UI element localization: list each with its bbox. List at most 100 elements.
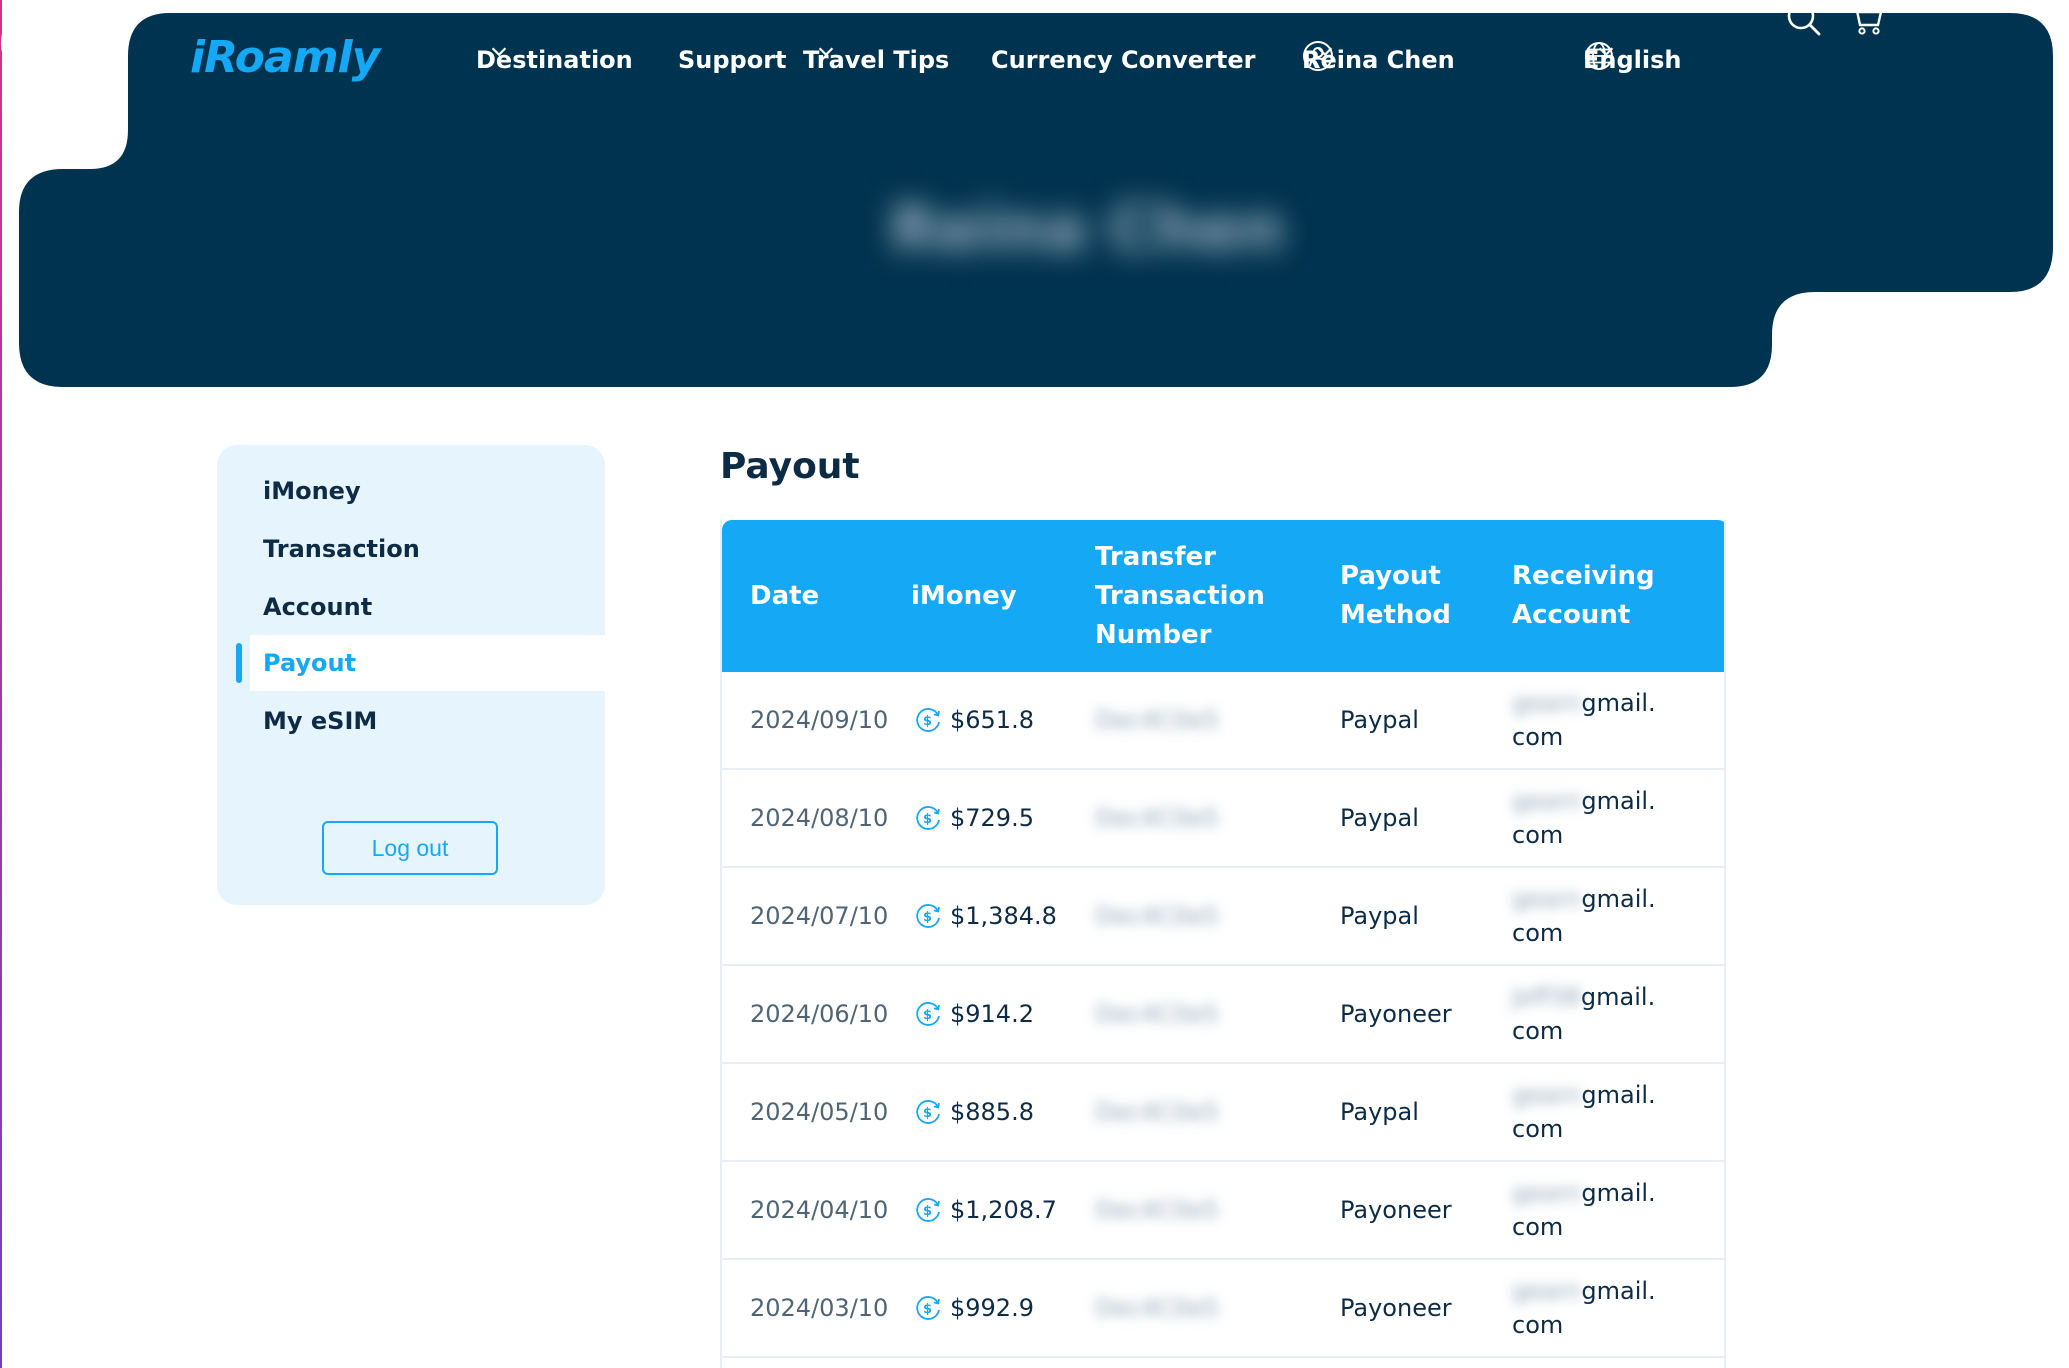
profile-name: Reina Chen	[890, 192, 1285, 265]
svg-text:$: $	[923, 1106, 932, 1121]
cell-transfer-number: Dec4C0e5	[1095, 770, 1219, 866]
nav-support[interactable]: Support	[678, 40, 787, 80]
sidebar-item-transaction[interactable]: Transaction	[217, 521, 605, 577]
coin-dollar-icon: $	[916, 708, 940, 732]
cell-date: 2024/05/10	[750, 1098, 889, 1126]
imoney-amount: $992.9	[950, 1294, 1034, 1322]
column-header-date: Date	[750, 580, 820, 611]
header-banner: iRoamly Destination Support Travel Tips …	[0, 0, 2069, 390]
email-tld: com	[1512, 1017, 1564, 1045]
cell-receiving-account: gearngmail. com	[1512, 1260, 1656, 1356]
cell-imoney: $ $885.8	[914, 1064, 1034, 1160]
email-domain: gmail.	[1581, 1179, 1656, 1207]
chevron-down-icon	[491, 47, 507, 57]
cell-receiving-account: Jeff38gmail. com	[1512, 966, 1655, 1062]
nav-currency-converter[interactable]: Currency Converter	[991, 40, 1256, 80]
cell-payout-method: Paypal	[1340, 1098, 1419, 1126]
brand-logo[interactable]: iRoamly	[190, 32, 380, 83]
email-user-blurred: gearn	[1512, 689, 1582, 717]
svg-text:$: $	[923, 714, 932, 729]
transfer-number-blurred: Dec4C0e5	[1095, 706, 1219, 734]
cell-receiving-account: gearngmail. com	[1512, 868, 1656, 964]
table-row: 2024/05/10 $ $885.8 Dec4C0e5 Paypal gearngmai…	[722, 1064, 1724, 1162]
cell-transfer-number: Dec4C0e5	[1095, 672, 1219, 768]
cell-date: 2024/06/10	[750, 1000, 889, 1028]
cell-receiving-account: gearngmail. com	[1512, 770, 1656, 866]
imoney-amount: $914.2	[950, 1000, 1034, 1028]
payout-table: Date iMoney Transfer Transaction Number …	[720, 520, 1726, 1368]
sidebar-item-label: Payout	[263, 649, 357, 677]
chevron-down-icon	[1598, 47, 1614, 57]
cell-receiving-account: gearngmail. com	[1512, 672, 1656, 768]
sidebar-item-label: iMoney	[263, 477, 361, 505]
table-row: 2024/08/10 $ $729.5 Dec4C0e5 Paypal gearngmai…	[722, 770, 1724, 868]
cell-date: 2024/09/10	[750, 706, 889, 734]
cell-payout-method: Paypal	[1340, 902, 1419, 930]
cell-date: 2024/04/10	[750, 1196, 889, 1224]
email-domain: gmail.	[1580, 983, 1656, 1011]
svg-text:$: $	[923, 1302, 932, 1317]
cell-date: 2024/08/10	[750, 804, 889, 832]
svg-text:$: $	[923, 812, 932, 827]
sidebar-item-imoney[interactable]: iMoney	[217, 463, 605, 519]
cell-payout-method: Payoneer	[1340, 1000, 1452, 1028]
transfer-number-blurred: Dec4C0e5	[1095, 1098, 1219, 1126]
cell-transfer-number: Dec4C0e5	[1095, 1064, 1219, 1160]
cell-transfer-number: Dec4C0e5	[1095, 1260, 1219, 1356]
email-user-blurred: gearn	[1512, 1179, 1582, 1207]
email-domain: gmail.	[1581, 885, 1656, 913]
cell-imoney: $ $729.5	[914, 770, 1034, 866]
email-domain: gmail.	[1581, 689, 1656, 717]
table-row: 2024/04/10 $ $1,208.7 Dec4C0e5 Payoneer gearn…	[722, 1162, 1724, 1260]
email-user-blurred: gearn	[1512, 1277, 1582, 1305]
email-user-blurred: gearn	[1512, 885, 1582, 913]
nav-currency-converter-label: Currency Converter	[991, 46, 1256, 74]
svg-text:$: $	[923, 1008, 932, 1023]
cell-payout-method: Payoneer	[1340, 1196, 1452, 1224]
coin-dollar-icon: $	[916, 1100, 940, 1124]
email-tld: com	[1512, 723, 1564, 751]
cell-receiving-account: gearngmail. com	[1512, 1162, 1656, 1258]
table-row: 2024/07/10 $ $1,384.8 Dec4C0e5 Paypal gearngm…	[722, 868, 1724, 966]
cell-imoney: $ $992.9	[914, 1260, 1034, 1356]
cell-transfer-number: Dec4C0e5	[1095, 868, 1219, 964]
sidebar-item-account[interactable]: Account	[217, 579, 605, 635]
cell-imoney: $ $1,384.8	[914, 868, 1057, 964]
email-domain: gmail.	[1581, 787, 1656, 815]
sidebar-item-my-esim[interactable]: My eSIM	[217, 693, 605, 749]
cell-imoney: $ $651.8	[914, 672, 1034, 768]
coin-dollar-icon: $	[916, 904, 940, 928]
column-header-transfer-number: Transfer Transaction Number	[1095, 541, 1265, 650]
coin-dollar-icon: $	[916, 1198, 940, 1222]
nav-destination[interactable]: Destination	[476, 40, 633, 80]
cell-transfer-number: Dec4C0e5	[1095, 966, 1219, 1062]
user-menu[interactable]: Reina Chen	[1302, 40, 1455, 80]
logout-button[interactable]: Log out	[322, 821, 498, 875]
column-header-imoney: iMoney	[911, 580, 1017, 611]
email-user-blurred: Jeff38	[1512, 983, 1581, 1011]
cell-receiving-account: gearngmail. com	[1512, 1064, 1656, 1160]
svg-text:$: $	[923, 910, 932, 925]
email-domain: gmail.	[1581, 1277, 1656, 1305]
cell-payout-method: Paypal	[1340, 804, 1419, 832]
transfer-number-blurred: Dec4C0e5	[1095, 1000, 1219, 1028]
account-sidebar: iMoney Transaction Account Payout My eSI…	[217, 445, 605, 905]
chevron-down-icon	[818, 47, 834, 57]
imoney-amount: $651.8	[950, 706, 1034, 734]
column-header-receiving-account: Receiving Account	[1512, 561, 1655, 630]
nav-travel-tips[interactable]: Travel Tips	[803, 40, 949, 80]
table-row: 2024/03/10 $ $992.9 Dec4C0e5 Payoneer gearngm…	[722, 1260, 1724, 1358]
email-domain: gmail.	[1581, 1081, 1656, 1109]
email-tld: com	[1512, 1311, 1564, 1339]
email-tld: com	[1512, 919, 1564, 947]
cart-icon[interactable]	[1848, 0, 1886, 38]
table-header: Date iMoney Transfer Transaction Number …	[722, 520, 1724, 672]
cell-payout-method: Paypal	[1340, 706, 1419, 734]
sidebar-item-payout[interactable]: Payout	[236, 635, 605, 691]
page-title: Payout	[720, 446, 860, 487]
language-selector[interactable]: English	[1583, 40, 1681, 80]
sidebar-item-label: My eSIM	[263, 707, 378, 735]
search-icon[interactable]	[1785, 0, 1823, 38]
cell-date: 2024/03/10	[750, 1294, 889, 1322]
profile-avatar-icon	[1, 1, 85, 85]
